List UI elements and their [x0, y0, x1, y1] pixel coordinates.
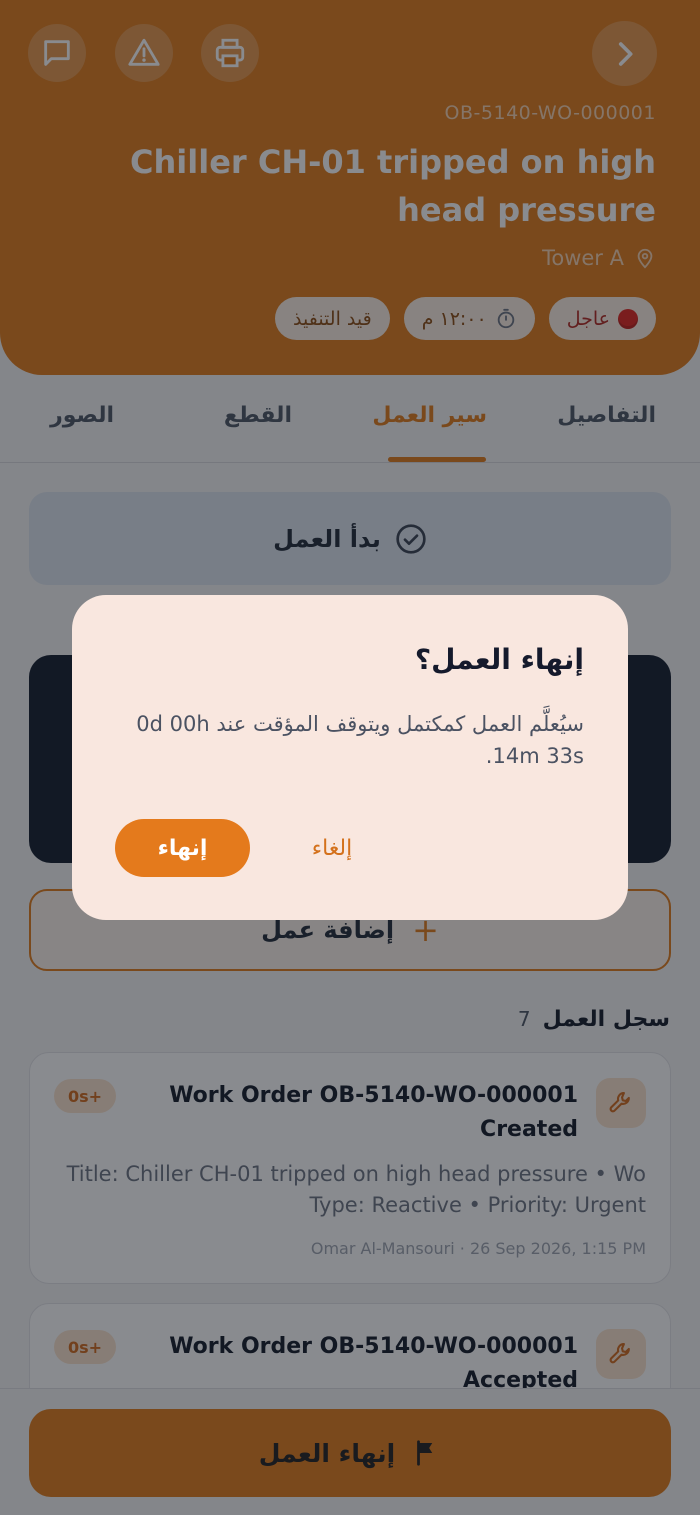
- dialog-confirm-button[interactable]: إنهاء: [115, 819, 250, 877]
- dialog-message: سيُعلَّم العمل كمكتمل ويتوقف المؤقت عند …: [136, 712, 584, 768]
- finish-work-dialog: إنهاء العمل؟ سيُعلَّم العمل كمكتمل ويتوق…: [72, 595, 628, 920]
- dialog-cancel-button[interactable]: إلغاء: [272, 819, 392, 877]
- dialog-title: إنهاء العمل؟: [414, 643, 584, 676]
